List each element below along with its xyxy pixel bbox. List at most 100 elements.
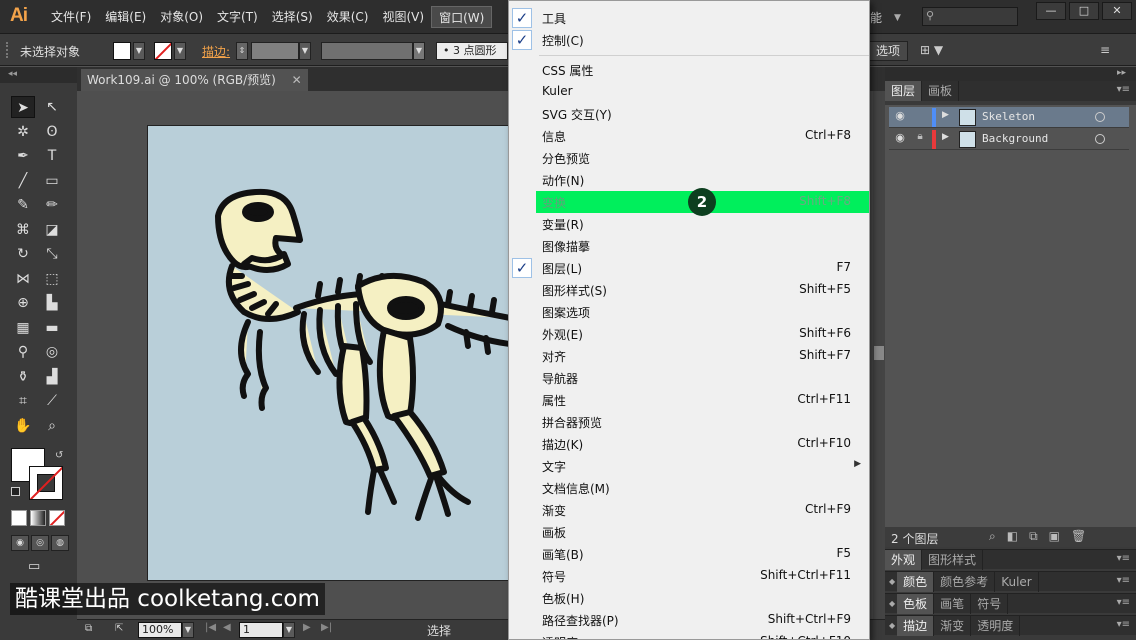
expand-triangle-icon[interactable]: ▶ xyxy=(942,132,949,142)
panel-menu-icon[interactable]: ▾≡ xyxy=(1117,619,1130,630)
share-icon[interactable]: ⇱ xyxy=(115,623,123,634)
draw-normal-icon[interactable]: ◉ xyxy=(11,535,29,551)
page-field[interactable]: 1 xyxy=(239,622,283,638)
panel-menu-icon[interactable]: ≡ xyxy=(1100,43,1110,57)
first-page-icon[interactable]: |◀ xyxy=(205,622,216,633)
visibility-eye-icon[interactable]: ◉ xyxy=(892,131,908,147)
brush-definition-field[interactable]: • 3 点圆形 xyxy=(436,42,508,60)
vertical-scrollbar[interactable] xyxy=(873,91,885,619)
fill-swatch[interactable] xyxy=(113,42,131,60)
align-icon[interactable]: ⊞ ▼ xyxy=(920,43,943,57)
new-sublayer-icon[interactable]: ⧉ xyxy=(1029,529,1038,544)
dinosaur-skeleton-artwork[interactable] xyxy=(148,126,509,581)
layer-name[interactable]: Background xyxy=(982,132,1048,145)
menu-item[interactable]: 画笔(B) F5 xyxy=(509,543,869,565)
menu-5[interactable]: 效果(C) xyxy=(320,6,376,28)
layer-name[interactable]: Skeleton xyxy=(982,110,1035,123)
expand-triangle-icon[interactable]: ▶ xyxy=(942,110,949,120)
options-button[interactable]: 选项 xyxy=(868,41,908,61)
menu-item[interactable]: 图案选项 xyxy=(509,301,869,323)
next-page-icon[interactable]: ▶ xyxy=(303,622,311,633)
menu-item[interactable]: ✓ 图层(L) F7 xyxy=(509,257,869,279)
eyedropper-tool-icon[interactable]: ⚲ xyxy=(11,341,35,363)
gradient-tool-icon[interactable]: ▬ xyxy=(40,317,64,339)
magic-wand-tool-icon[interactable]: ✲ xyxy=(11,121,35,143)
lock-icon[interactable]: 🔒︎ xyxy=(913,131,927,147)
shape-builder-tool-icon[interactable]: ⊕ xyxy=(11,292,35,314)
panel-tab[interactable]: Kuler xyxy=(995,572,1039,592)
menu-7[interactable]: 窗口(W) xyxy=(431,6,493,28)
stroke-label[interactable]: 描边: xyxy=(202,43,230,60)
gradient-mode-button[interactable] xyxy=(30,510,46,526)
color-mode-button[interactable] xyxy=(11,510,27,526)
panel-tab[interactable]: 色板 xyxy=(897,594,935,614)
lasso-tool-icon[interactable]: ʘ xyxy=(40,121,64,143)
locate-object-icon[interactable]: ⌕ xyxy=(989,529,996,544)
artboard-tool-icon[interactable]: ⌗ xyxy=(11,390,35,412)
layer-row-background[interactable]: ◉ 🔒︎ ▶ Background xyxy=(889,129,1129,150)
menu-3[interactable]: 文字(T) xyxy=(210,6,265,28)
slice-tool-icon[interactable]: ⟋ xyxy=(40,390,64,412)
menu-0[interactable]: 文件(F) xyxy=(44,6,98,28)
menu-item[interactable]: SVG 交互(Y) xyxy=(509,103,869,125)
panel-tab[interactable]: 颜色 xyxy=(897,572,935,592)
menu-item[interactable]: 路径查找器(P) Shift+Ctrl+F9 xyxy=(509,609,869,631)
visibility-eye-icon[interactable]: ◉ xyxy=(892,109,908,125)
workspace-label[interactable]: 能 xyxy=(870,9,882,26)
grip-handle[interactable] xyxy=(6,42,10,58)
tab-artboards[interactable]: 画板 xyxy=(922,81,960,101)
type-tool-icon[interactable]: T xyxy=(40,145,64,167)
pen-tool-icon[interactable]: ✒ xyxy=(11,145,35,167)
new-layer-icon[interactable]: ▣ xyxy=(1049,529,1060,544)
zoom-field[interactable]: 100% xyxy=(138,622,182,638)
maximize-button[interactable]: □ xyxy=(1069,2,1099,20)
stroke-dropdown[interactable]: ▼ xyxy=(174,42,186,60)
panel-menu-icon[interactable]: ▾≡ xyxy=(1117,575,1130,586)
panel-tab[interactable]: 描边 xyxy=(897,616,935,636)
zoom-dropdown[interactable]: ▼ xyxy=(182,622,194,638)
mesh-tool-icon[interactable]: ▦ xyxy=(11,317,35,339)
menu-item[interactable]: CSS 属性 xyxy=(509,59,869,81)
menu-item[interactable]: ✓ 控制(C) xyxy=(509,29,869,51)
menu-item[interactable]: 画板 xyxy=(509,521,869,543)
panel-tab[interactable]: 图形样式 xyxy=(922,550,984,570)
menu-item[interactable]: 文档信息(M) xyxy=(509,477,869,499)
panel-tab[interactable]: 外观 xyxy=(885,550,923,570)
panel-menu-icon[interactable]: ▾≡ xyxy=(1117,553,1130,564)
variable-width-field[interactable] xyxy=(321,42,413,60)
menu-item[interactable]: 分色预览 xyxy=(509,147,869,169)
artboard[interactable] xyxy=(147,125,509,581)
symbol-sprayer-tool-icon[interactable]: ⚱ xyxy=(11,366,35,388)
paintbrush-tool-icon[interactable]: ✎ xyxy=(11,194,35,216)
menu-item[interactable]: Kuler xyxy=(509,81,869,103)
menu-item[interactable]: 拼合器预览 xyxy=(509,411,869,433)
draw-inside-icon[interactable]: ◍ xyxy=(51,535,69,551)
menu-item[interactable]: 信息 Ctrl+F8 xyxy=(509,125,869,147)
collapse-arrow-icon[interactable]: ◆ xyxy=(885,616,897,635)
selection-tool-icon[interactable]: ➤ xyxy=(11,96,35,118)
line-tool-icon[interactable]: ╱ xyxy=(11,170,35,192)
menu-6[interactable]: 视图(V) xyxy=(375,6,431,28)
menu-item[interactable]: 动作(N) xyxy=(509,169,869,191)
blend-tool-icon[interactable]: ◎ xyxy=(40,341,64,363)
none-mode-button[interactable] xyxy=(49,510,65,526)
default-colors-icon[interactable] xyxy=(11,487,20,496)
chevron-down-icon[interactable]: ▼ xyxy=(894,13,901,23)
scroll-thumb[interactable] xyxy=(874,346,884,360)
menu-item[interactable]: 图像描摹 xyxy=(509,235,869,257)
stroke-color-box[interactable] xyxy=(29,466,63,500)
variable-width-dropdown[interactable]: ▼ xyxy=(413,42,425,60)
menu-item[interactable]: 符号 Shift+Ctrl+F11 xyxy=(509,565,869,587)
hand-tool-icon[interactable]: ✋ xyxy=(11,415,35,437)
page-dropdown[interactable]: ▼ xyxy=(283,622,295,638)
layer-row-skeleton[interactable]: ◉ ▶ Skeleton xyxy=(889,107,1129,128)
pencil-tool-icon[interactable]: ✏ xyxy=(40,194,64,216)
help-search-input[interactable]: ⚲ xyxy=(922,7,1018,26)
panel-menu-icon[interactable]: ▾≡ xyxy=(1117,597,1130,608)
menu-item[interactable]: ✓ 工具 xyxy=(509,7,869,29)
menu-item[interactable]: 外观(E) Shift+F6 xyxy=(509,323,869,345)
document-tab[interactable]: Work109.ai @ 100% (RGB/预览) ✕ xyxy=(81,69,308,91)
scale-tool-icon[interactable]: ⤡ xyxy=(40,243,64,265)
menu-item[interactable]: 透明度 Shift+Ctrl+F10 xyxy=(509,631,869,639)
menu-1[interactable]: 编辑(E) xyxy=(98,6,153,28)
